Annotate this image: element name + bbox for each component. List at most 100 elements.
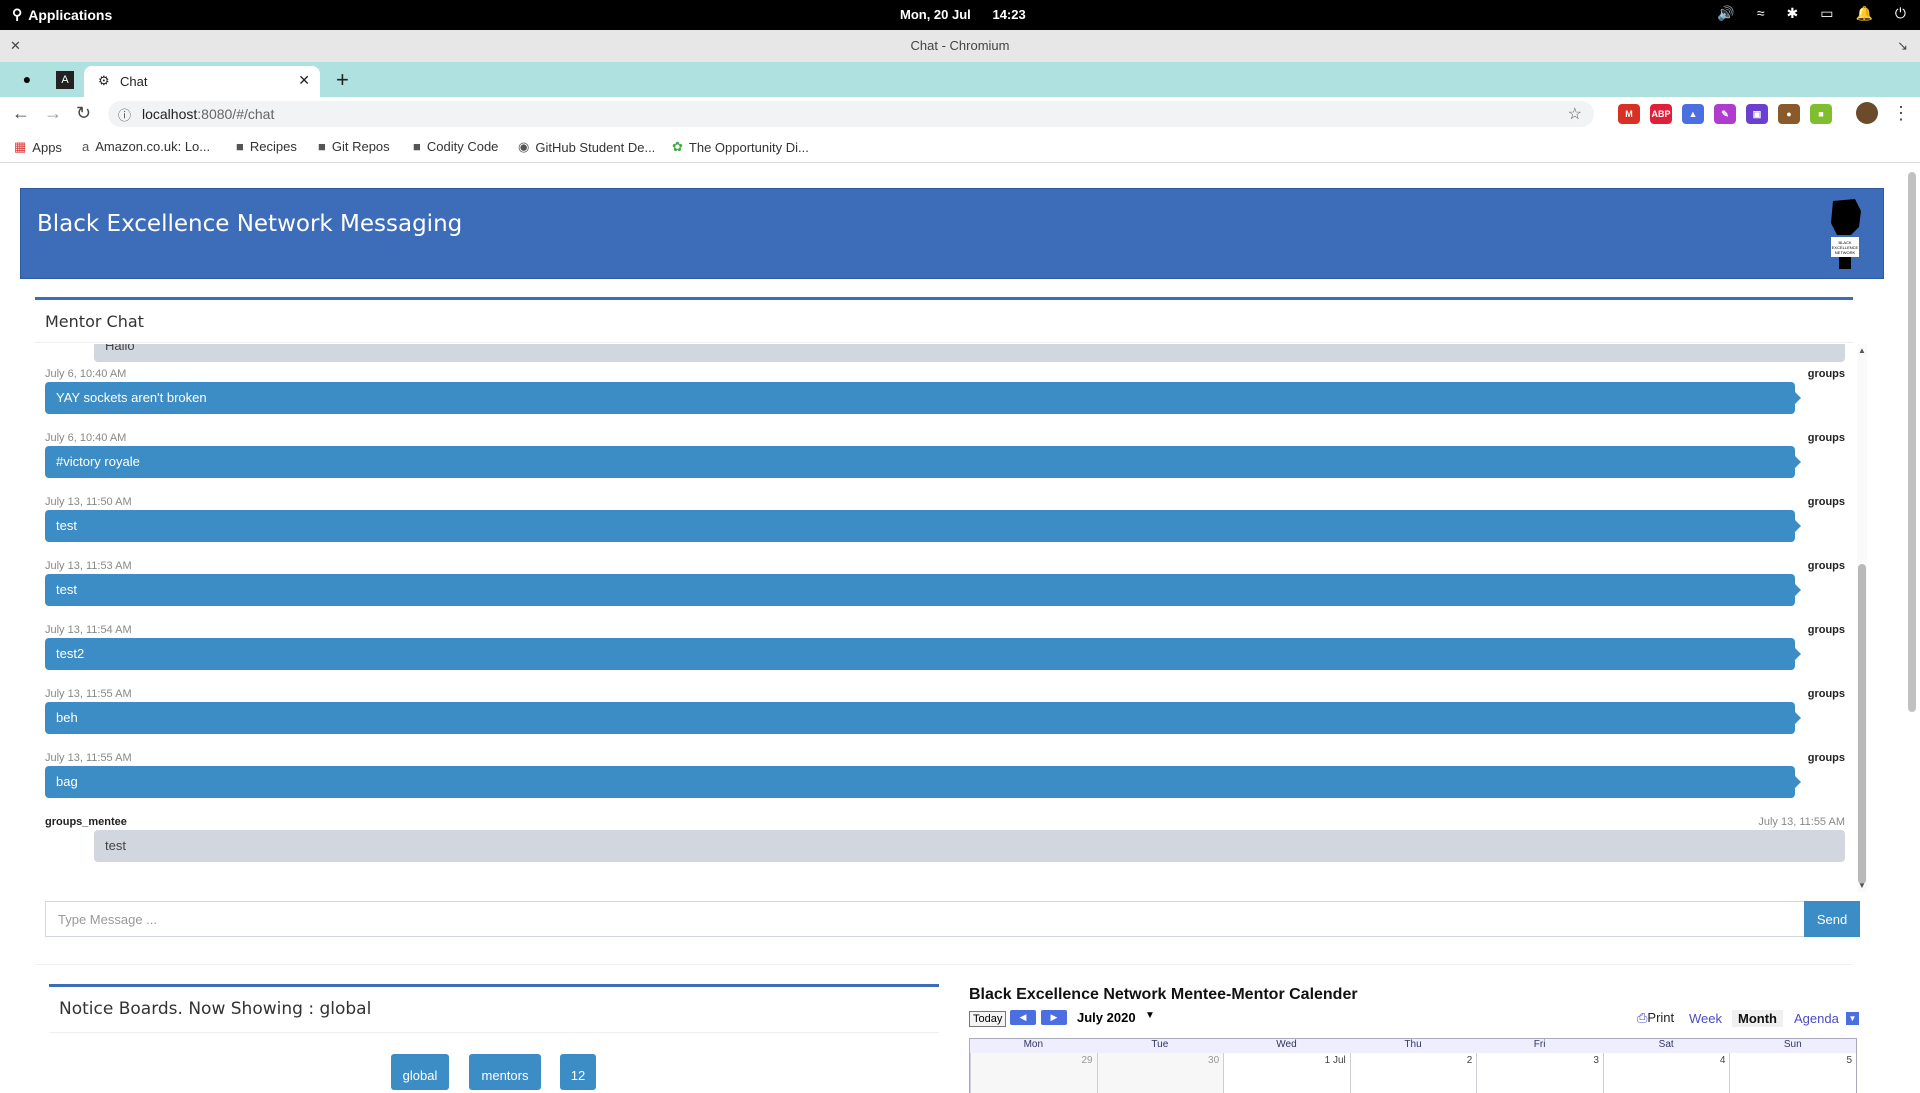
notice-mentors-button[interactable]: mentors: [469, 1054, 541, 1090]
pen-ext-icon[interactable]: ✎: [1714, 104, 1736, 124]
calendar-prev-icon[interactable]: ◀: [1010, 1010, 1036, 1025]
calendar-day-cell[interactable]: 3: [1476, 1053, 1603, 1093]
chat-scrollbar-thumb[interactable]: [1858, 564, 1866, 884]
address-bar[interactable]: ⓘ localhost:8080/#/chat ☆: [108, 101, 1594, 127]
message-bubble: test: [94, 830, 1845, 862]
calendar-print-button[interactable]: ⎙Print: [1637, 1010, 1674, 1026]
chat-messages[interactable]: Hallo July 6, 10:40 AM groups YAY sockets …: [35, 344, 1858, 892]
tab-title: Chat: [120, 74, 148, 89]
calendar-day-cell[interactable]: 4: [1602, 1053, 1730, 1093]
close-tab-icon[interactable]: ✕: [298, 72, 310, 89]
navigation-bar: ← → ↻ ⓘ localhost:8080/#/chat ☆ M ABP ▲ ✎ ▣ ●…: [0, 97, 1920, 131]
message-sender: groups: [1807, 624, 1845, 636]
calendar-day-cell[interactable]: 29: [970, 1053, 1097, 1093]
bookmark-amazon[interactable]: a Amazon.co.uk: Lo...: [82, 139, 210, 154]
message-timestamp: July 13, 11:53 AM: [45, 560, 132, 572]
wifi-icon[interactable]: ≈: [1757, 5, 1765, 22]
message-timestamp: July 6, 10:40 AM: [45, 368, 127, 380]
chat-scrollbar[interactable]: ▲ ▼: [1857, 344, 1867, 892]
message-timestamp: July 13, 11:54 AM: [45, 624, 132, 636]
power-icon[interactable]: ⏻: [1895, 5, 1906, 22]
profile-avatar[interactable]: [1856, 102, 1878, 124]
page-scrollbar-thumb[interactable]: [1908, 172, 1916, 712]
github-icon: ◉: [518, 139, 530, 154]
chat-message: July 13, 11:55 AM groups beh: [45, 688, 1845, 740]
cap-ext-icon[interactable]: ▲: [1682, 104, 1704, 124]
calendar-title: Black Excellence Network Mentee-Mentor C…: [969, 986, 1358, 1003]
adblock-ext-icon[interactable]: ABP: [1650, 104, 1672, 124]
tab-strip: ● A ⚙ Chat ✕ +: [0, 62, 1920, 97]
bookmark-opportunity[interactable]: ✿ The Opportunity Di...: [672, 139, 809, 155]
pinned-tab-globe-icon[interactable]: ●: [18, 71, 36, 89]
calendar-week-view[interactable]: Week: [1683, 1010, 1728, 1027]
battery-icon[interactable]: ▭: [1820, 5, 1833, 22]
message-timestamp: July 13, 11:55 AM: [45, 688, 132, 700]
applications-menu[interactable]: ⚲ Applications: [12, 6, 112, 23]
url-host: localhost: [142, 106, 198, 122]
scroll-down-icon[interactable]: ▼: [1858, 881, 1866, 890]
calendar-month-dropdown-icon[interactable]: ▼: [1145, 1010, 1155, 1021]
calendar-next-icon[interactable]: ▶: [1041, 1010, 1067, 1025]
page-scrollbar[interactable]: [1906, 172, 1916, 712]
message-timestamp: July 13, 11:55 AM: [45, 752, 132, 764]
bookmark-recipes[interactable]: ■ Recipes: [236, 139, 297, 154]
calendar-day-cell[interactable]: 2: [1349, 1053, 1477, 1093]
chat-message: July 13, 11:53 AM groups test: [45, 560, 1845, 612]
calendar-today-button[interactable]: Today: [969, 1011, 1007, 1027]
new-tab-icon[interactable]: +: [336, 67, 349, 93]
calendar-day-cell[interactable]: 30: [1096, 1053, 1224, 1093]
weekday-mon: Mon: [1023, 1039, 1044, 1050]
message-composer: Send: [45, 901, 1860, 937]
close-window-icon[interactable]: ✕: [10, 30, 21, 62]
bookmark-apps[interactable]: ▦ Apps: [14, 139, 62, 155]
calendar-day-cell[interactable]: 5: [1729, 1053, 1856, 1093]
bluetooth-icon[interactable]: ✱: [1787, 5, 1799, 22]
applications-label: Applications: [28, 6, 113, 23]
browser-menu-icon[interactable]: ⋮: [1892, 103, 1910, 124]
calendar-grid: Mon Tue Wed Thu Fri Sat Sun 29 30 1 Jul …: [969, 1038, 1857, 1093]
clock[interactable]: Mon, 20 Jul 14:23: [900, 7, 1026, 22]
calendar-day-cell[interactable]: 1 Jul: [1223, 1053, 1350, 1093]
message-timestamp: July 13, 11:55 AM: [1758, 816, 1845, 828]
bookmark-git-repos[interactable]: ■ Git Repos: [318, 139, 390, 154]
window-title-bar: ✕ Chat - Chromium ↘: [0, 30, 1920, 62]
reload-icon[interactable]: ↻: [76, 103, 91, 124]
notification-icon[interactable]: 🔔: [1855, 5, 1872, 22]
window-title: Chat - Chromium: [910, 38, 1010, 53]
weekday-thu: Thu: [1404, 1039, 1422, 1050]
folder-icon: ■: [413, 139, 421, 154]
notice-global-button[interactable]: global: [391, 1054, 449, 1090]
bookmark-github[interactable]: ◉ GitHub Student De...: [518, 139, 655, 155]
back-icon[interactable]: ←: [12, 103, 30, 124]
gmail-ext-icon[interactable]: M: [1618, 104, 1640, 124]
printer-icon: ⎙: [1637, 1010, 1648, 1025]
chat-message: July 13, 11:54 AM groups test2: [45, 624, 1845, 676]
section-divider: [35, 964, 1853, 965]
pinned-tab-a-icon[interactable]: A: [56, 71, 74, 89]
scroll-up-icon[interactable]: ▲: [1858, 346, 1866, 355]
twitch-ext-icon[interactable]: ▣: [1746, 104, 1768, 124]
leaf-icon: ✿: [672, 139, 683, 154]
message-sender: groups: [1807, 496, 1845, 508]
calendar-agenda-view[interactable]: Agenda: [1788, 1010, 1845, 1027]
green-ext-icon[interactable]: ■: [1810, 104, 1832, 124]
notice-12-button[interactable]: 12: [560, 1054, 596, 1090]
weekday-sat: Sat: [1658, 1039, 1674, 1050]
bookmark-codity[interactable]: ■ Codity Code: [413, 139, 498, 154]
calendar-month-view[interactable]: Month: [1732, 1010, 1783, 1027]
calendar-view-dropdown-icon[interactable]: ▼: [1846, 1012, 1859, 1025]
message-bubble: bag: [45, 766, 1801, 798]
mentor-calendar: Black Excellence Network Mentee-Mentor C…: [969, 986, 1859, 1093]
forward-icon[interactable]: →: [44, 103, 62, 124]
os-top-bar: ⚲ Applications Mon, 20 Jul 14:23 🔊 ≈ ✱ ▭…: [0, 0, 1920, 30]
tab-chat[interactable]: ⚙ Chat ✕: [84, 66, 320, 97]
send-button[interactable]: Send: [1804, 901, 1860, 937]
fist-logo-icon: BLACK EXCELLENCE NETWORK: [1831, 199, 1861, 269]
message-bubble: #victory royale: [45, 446, 1801, 478]
message-input[interactable]: [45, 901, 1805, 937]
bookmark-star-icon[interactable]: ☆: [1568, 104, 1582, 124]
site-info-icon[interactable]: ⓘ: [118, 105, 131, 124]
restore-window-icon[interactable]: ↘: [1897, 30, 1908, 62]
cookie-ext-icon[interactable]: ●: [1778, 104, 1800, 124]
volume-icon[interactable]: 🔊: [1717, 5, 1734, 22]
